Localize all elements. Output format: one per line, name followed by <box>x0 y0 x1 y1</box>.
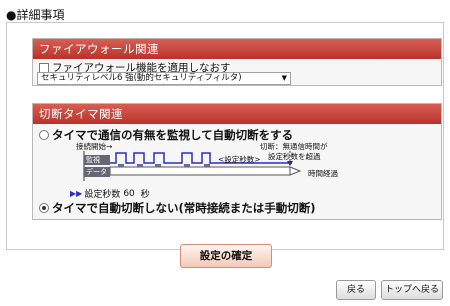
no-timer-option-label[interactable]: タイマで自動切断しない(常時接続または手動切断) <box>52 200 316 216</box>
page-title: ●詳細事項 <box>6 8 65 22</box>
diagram-data-tag: データ <box>84 167 110 177</box>
double-arrow-icon: ▶▶ <box>70 189 83 198</box>
firewall-header: ファイアウォール関連 <box>33 39 441 59</box>
diagram-monitor-tag: 監視 <box>84 155 110 165</box>
chevron-down-icon: ▼ <box>281 74 287 82</box>
disconnect-header: 切断タイマ関連 <box>33 104 441 124</box>
back-button[interactable]: 戻る <box>336 280 376 300</box>
timer-seconds-value[interactable]: 60 <box>123 189 134 199</box>
reapply-checkbox[interactable] <box>39 62 49 73</box>
timer-seconds-label: 設定秒数 <box>84 190 121 200</box>
firewall-panel: ファイアウォール関連 ファイアウォール機能を適用しなおす セキュリティレベル6 … <box>32 38 442 86</box>
diagram-set-seconds-label: <設定秒数> <box>218 155 261 164</box>
no-timer-option-row: タイマで自動切断しない(常時接続または手動切断) <box>39 200 316 216</box>
timer-seconds-unit: 秒 <box>140 190 150 200</box>
security-level-value: セキュリティレベル6 強(動的セキュリティフィルタ) <box>41 73 242 83</box>
timer-diagram: 接続開始→ 切断：無通信時間が 設定秒数を超過 監視 データ <設定秒数> 時間… <box>42 141 342 185</box>
back-to-top-button[interactable]: トップへ戻る <box>381 280 443 300</box>
timer-setting-row: ▶▶ 設定秒数 60 秒 <box>70 187 150 201</box>
diagram-elapsed-label: 時間経過 <box>308 169 338 178</box>
monitor-radio[interactable] <box>39 130 49 140</box>
no-timer-radio[interactable] <box>39 203 49 213</box>
confirm-button[interactable]: 設定の確定 <box>180 244 272 268</box>
security-level-select[interactable]: セキュリティレベル6 強(動的セキュリティフィルタ) ▼ <box>37 72 291 85</box>
